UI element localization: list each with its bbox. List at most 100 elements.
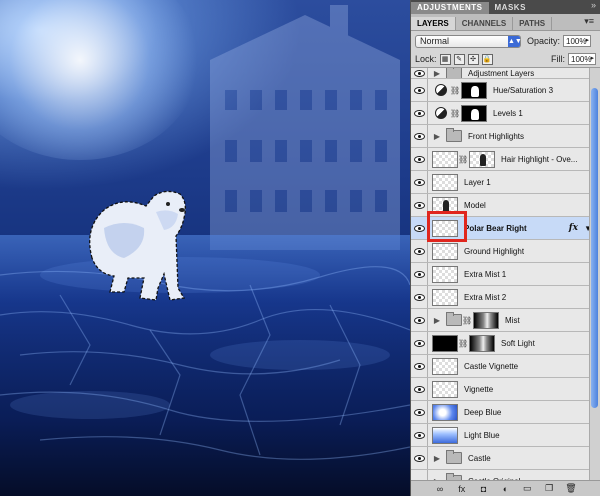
visibility-toggle[interactable]	[411, 447, 428, 469]
layer-row[interactable]: ▶ Castle	[411, 447, 600, 470]
visibility-toggle[interactable]	[411, 309, 428, 331]
lock-all-icon[interactable]: 🔒	[481, 53, 493, 65]
layer-thumbnail[interactable]	[432, 242, 458, 260]
visibility-toggle[interactable]	[411, 217, 428, 239]
layer-name: Polar Bear Right	[464, 223, 527, 233]
eye-icon	[413, 270, 425, 278]
layers-scrollbar[interactable]	[589, 68, 600, 480]
link-icon[interactable]: ∞	[434, 484, 446, 494]
layer-thumbnail[interactable]	[432, 334, 458, 352]
scrollbar-thumb[interactable]	[591, 88, 598, 408]
visibility-toggle[interactable]	[411, 171, 428, 193]
layer-thumbnail[interactable]	[432, 196, 458, 214]
trash-icon[interactable]: 🗑	[565, 483, 577, 494]
lock-row: Lock: ▦ ✎ ✣ 🔒 Fill: 100% ▸	[411, 51, 600, 68]
layer-thumbnail[interactable]	[432, 426, 458, 444]
layer-thumbnail[interactable]	[432, 288, 458, 306]
panel-menu-icon[interactable]: ▾≡	[584, 16, 594, 27]
expand-triangle-icon[interactable]: ▶	[432, 316, 442, 325]
layer-name: Hue/Saturation 3	[493, 85, 554, 95]
visibility-toggle[interactable]	[411, 355, 428, 377]
new-layer-icon[interactable]: ❐	[543, 483, 555, 494]
visibility-toggle[interactable]	[411, 424, 428, 446]
expand-triangle-icon[interactable]: ▶	[432, 69, 442, 78]
layer-effects-icon[interactable]: fx	[569, 223, 578, 233]
visibility-toggle[interactable]	[411, 194, 428, 216]
layer-mask-thumbnail[interactable]	[461, 104, 487, 122]
visibility-toggle[interactable]	[411, 79, 428, 101]
expand-triangle-icon[interactable]: ▶	[432, 132, 442, 141]
layer-row[interactable]: Ground Highlight	[411, 240, 600, 263]
layer-thumbnail[interactable]	[432, 265, 458, 283]
eye-icon	[413, 69, 425, 77]
tab-channels[interactable]: CHANNELS	[456, 17, 514, 30]
blend-mode-select[interactable]: Normal ▲▼	[415, 34, 522, 48]
collapse-panel-icon[interactable]: »	[591, 0, 596, 10]
layer-row[interactable]: ▶ ⛓ Mist	[411, 309, 600, 332]
tab-paths[interactable]: PATHS	[513, 17, 553, 30]
layer-row[interactable]: Layer 1	[411, 171, 600, 194]
layer-thumbnail[interactable]	[432, 380, 458, 398]
layer-row[interactable]: Deep Blue	[411, 401, 600, 424]
visibility-toggle[interactable]	[411, 470, 428, 480]
tab-adjustments[interactable]: ADJUSTMENTS	[411, 2, 489, 14]
layer-row[interactable]: ⛓ Soft Light	[411, 332, 600, 355]
lock-image-icon[interactable]: ✎	[453, 53, 465, 65]
layer-mask-thumbnail[interactable]	[473, 311, 499, 329]
layer-row[interactable]: Extra Mist 2	[411, 286, 600, 309]
layer-name: Extra Mist 2	[464, 292, 507, 302]
lock-position-icon[interactable]: ✣	[467, 53, 479, 65]
layer-thumbnail[interactable]	[432, 403, 458, 421]
layer-mask-thumbnail[interactable]	[461, 81, 487, 99]
fx-icon[interactable]: fx	[456, 484, 468, 494]
fill-field[interactable]: 100% ▸	[568, 53, 596, 65]
layer-row[interactable]: Light Blue	[411, 424, 600, 447]
layer-thumbnail[interactable]	[432, 219, 458, 237]
link-icon[interactable]: ⛓	[458, 339, 468, 348]
mask-icon[interactable]: ◘	[478, 484, 490, 494]
folder-icon[interactable]: ▭	[521, 483, 533, 494]
layer-mask-thumbnail[interactable]	[469, 334, 495, 352]
layer-row[interactable]: ⛓ Hair Highlight - Ove...	[411, 148, 600, 171]
link-icon[interactable]: ⛓	[450, 109, 460, 118]
tab-layers[interactable]: LAYERS	[411, 17, 456, 30]
link-icon[interactable]: ⛓	[450, 86, 460, 95]
layer-row[interactable]: Castle Vignette	[411, 355, 600, 378]
visibility-toggle[interactable]	[411, 148, 428, 170]
fill-dropdown-icon[interactable]: ▸	[590, 54, 594, 62]
layer-name: Castle Vignette	[464, 361, 519, 371]
layer-mask-thumbnail[interactable]	[469, 150, 495, 168]
lock-transparency-icon[interactable]: ▦	[439, 53, 451, 65]
layer-thumbnail[interactable]	[432, 357, 458, 375]
visibility-toggle[interactable]	[411, 263, 428, 285]
adjustment-icon[interactable]: ◐	[499, 484, 511, 494]
layer-row[interactable]: Vignette	[411, 378, 600, 401]
eye-icon	[413, 362, 425, 370]
layer-row[interactable]: ⛓ Hue/Saturation 3	[411, 79, 600, 102]
layer-thumbnail[interactable]	[432, 150, 458, 168]
expand-triangle-icon[interactable]: ▶	[432, 454, 442, 463]
layer-row[interactable]: ▶ Adjustment Layers	[411, 68, 600, 79]
layer-thumbnail[interactable]	[432, 173, 458, 191]
opacity-dropdown-icon[interactable]: ▸	[586, 36, 590, 44]
visibility-toggle[interactable]	[411, 332, 428, 354]
visibility-toggle[interactable]	[411, 378, 428, 400]
layer-row[interactable]: Polar Bear Rightfx▼	[411, 217, 600, 240]
rocky-ground	[0, 235, 410, 496]
opacity-field[interactable]: 100% ▸	[563, 35, 592, 47]
document-canvas[interactable]	[0, 0, 410, 496]
link-icon[interactable]: ⛓	[458, 155, 468, 164]
link-icon[interactable]: ⛓	[462, 316, 472, 325]
tab-masks[interactable]: MASKS	[489, 2, 532, 14]
visibility-toggle[interactable]	[411, 286, 428, 308]
layer-row[interactable]: Extra Mist 1	[411, 263, 600, 286]
visibility-toggle[interactable]	[411, 68, 428, 78]
layer-row[interactable]: ▶Castle Original	[411, 470, 600, 480]
visibility-toggle[interactable]	[411, 401, 428, 423]
layer-row[interactable]: ▶ Front Highlights	[411, 125, 600, 148]
visibility-toggle[interactable]	[411, 102, 428, 124]
visibility-toggle[interactable]	[411, 240, 428, 262]
layer-row[interactable]: ⛓ Levels 1	[411, 102, 600, 125]
visibility-toggle[interactable]	[411, 125, 428, 147]
layer-row[interactable]: Model	[411, 194, 600, 217]
